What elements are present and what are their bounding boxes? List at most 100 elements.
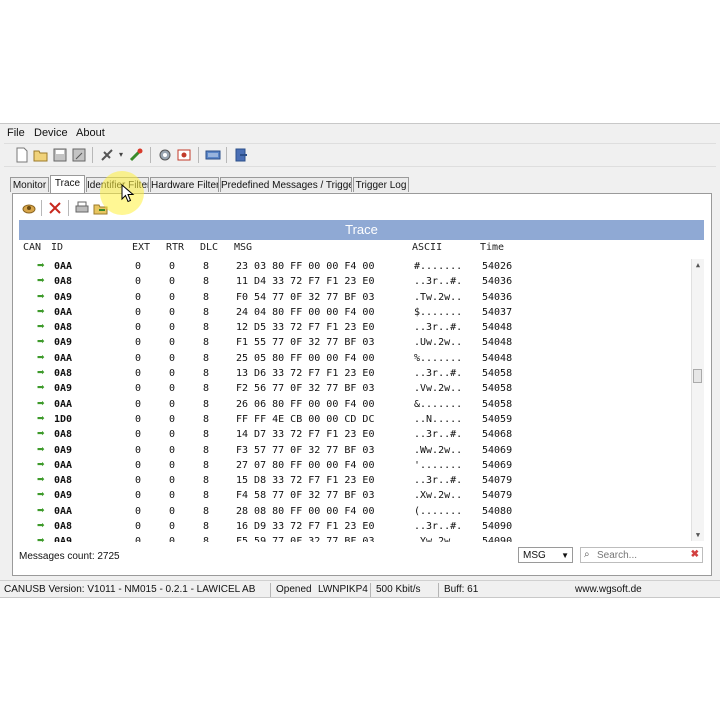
clear-search-icon[interactable]: ✖	[691, 548, 699, 562]
tab-trigger-log[interactable]: Trigger Log	[353, 177, 409, 192]
status-buffer: Buff: 61	[444, 584, 479, 595]
cell-ascii: ..3r..#.	[414, 322, 463, 334]
table-row[interactable]: ➡ 0A8 0 0 8 15 D8 33 72 F7 F1 23 E0 ..3r..#. 54…	[19, 473, 692, 488]
status-state: Opened	[276, 584, 312, 595]
tab-hardware-filter[interactable]: Hardware Filter	[150, 177, 219, 192]
table-row[interactable]: ➡ 0A8 0 0 8 16 D9 33 72 F7 F1 23 E0 ..3r..#. 54…	[19, 519, 692, 534]
tab-predefined-messages[interactable]: Predefined Messages / Trigger	[220, 177, 352, 192]
disconnect-icon[interactable]	[99, 147, 115, 163]
toolbar-separator	[150, 147, 151, 163]
cell-ascii: '.......	[414, 459, 463, 471]
row-arrow-icon: ➡	[37, 490, 45, 501]
keyboard-icon[interactable]	[205, 147, 221, 163]
cell-time: 54048	[482, 322, 513, 334]
cell-ext: 0	[135, 383, 142, 395]
cell-time: 54058	[482, 398, 513, 410]
table-row[interactable]: ➡ 0AA 0 0 8 26 06 80 FF 00 00 F4 00 &....... 54…	[19, 397, 692, 412]
col-header-ascii[interactable]: ASCII	[412, 242, 442, 253]
column-headers: CAN ID EXT RTR DLC MSG ASCII Time	[19, 242, 704, 256]
col-header-rtr[interactable]: RTR	[166, 242, 184, 253]
row-arrow-icon: ➡	[37, 444, 45, 455]
table-row[interactable]: ➡ 0A8 0 0 8 13 D6 33 72 F7 F1 23 E0 ..3r..#. 54…	[19, 366, 692, 381]
menu-bar: File Device About	[0, 124, 720, 143]
cell-dlc: 8	[203, 368, 210, 380]
scroll-down-icon[interactable]: ▼	[692, 529, 704, 541]
table-row[interactable]: ➡ 0AA 0 0 8 23 03 80 FF 00 00 F4 00 #....... 54…	[19, 259, 692, 274]
cell-ascii: .Yw.2w..	[414, 536, 463, 542]
row-arrow-icon: ➡	[37, 459, 45, 470]
cell-msg: 11 D4 33 72 F7 F1 23 E0	[236, 276, 375, 288]
table-row[interactable]: ➡ 0A9 0 0 8 F1 55 77 0F 32 77 BF 03 .Uw.2w.. 54…	[19, 335, 692, 350]
cell-msg: 16 D9 33 72 F7 F1 23 E0	[236, 521, 375, 533]
col-header-dlc[interactable]: DLC	[200, 242, 218, 253]
cell-ext: 0	[135, 475, 142, 487]
cell-rtr: 0	[169, 521, 176, 533]
cell-msg: F1 55 77 0F 32 77 BF 03	[236, 337, 375, 349]
print-icon[interactable]	[74, 200, 90, 216]
search-box[interactable]: ⌕ ✖	[580, 547, 703, 563]
row-arrow-icon: ➡	[37, 276, 45, 287]
row-arrow-icon: ➡	[37, 322, 45, 333]
table-row[interactable]: ➡ 0A8 0 0 8 14 D7 33 72 F7 F1 23 E0 ..3r..#. 54…	[19, 427, 692, 442]
scroll-up-icon[interactable]: ▲	[692, 259, 704, 271]
table-row[interactable]: ➡ 0AA 0 0 8 25 05 80 FF 00 00 F4 00%....... 54…	[19, 351, 692, 366]
col-header-msg[interactable]: MSG	[234, 242, 252, 253]
tab-trace[interactable]: Trace	[50, 175, 85, 193]
clear-icon[interactable]	[21, 200, 37, 216]
col-header-can[interactable]: CAN	[23, 242, 41, 253]
cell-ascii: .Ww.2w..	[414, 444, 463, 456]
menu-file[interactable]: File	[7, 127, 25, 139]
toolbar-separator	[226, 147, 227, 163]
cell-id: 0A9	[54, 383, 73, 395]
table-row[interactable]: ➡ 0A9 0 0 8 F0 54 77 0F 32 77 BF 03 .Tw.2w.. 54…	[19, 290, 692, 305]
cell-ascii: $.......	[414, 306, 463, 318]
menu-about[interactable]: About	[76, 127, 105, 139]
table-row[interactable]: ➡ 0A9 0 0 8 F4 58 77 0F 32 77 BF 03 .Xw.2w.. 54…	[19, 488, 692, 503]
new-icon[interactable]	[14, 147, 30, 163]
table-row[interactable]: ➡ 0A9 0 0 8 F3 57 77 0F 32 77 BF 03 .Ww.2w.. 54…	[19, 443, 692, 458]
settings-icon[interactable]	[157, 147, 173, 163]
dropdown-arrow-icon[interactable]: ▾	[116, 147, 126, 163]
table-row[interactable]: ➡ 0A9 0 0 8 F2 56 77 0F 32 77 BF 03 .Vw.2w.. 54…	[19, 381, 692, 396]
tab-identifier-filter[interactable]: Identifier Filter	[86, 177, 149, 192]
table-row[interactable]: ➡ 0A8 0 0 8 11 D4 33 72 F7 F1 23 E0 ..3r..#. 54…	[19, 274, 692, 289]
cell-dlc: 8	[203, 505, 210, 517]
cell-rtr: 0	[169, 276, 176, 288]
row-arrow-icon: ➡	[37, 337, 45, 348]
save-icon[interactable]	[52, 147, 68, 163]
row-arrow-icon: ➡	[37, 352, 45, 363]
delete-icon[interactable]	[47, 200, 63, 216]
vertical-scrollbar[interactable]: ▲ ▼	[691, 259, 704, 541]
tab-monitor[interactable]: Monitor	[10, 177, 49, 192]
cell-ascii: ..3r..#.	[414, 475, 463, 487]
col-header-time[interactable]: Time	[480, 242, 504, 253]
cell-msg: 28 08 80 FF 00 00 F4 00	[236, 505, 375, 517]
col-header-id[interactable]: ID	[51, 242, 63, 253]
save-as-icon[interactable]	[71, 147, 87, 163]
status-divider	[370, 583, 371, 597]
cell-rtr: 0	[169, 444, 176, 456]
col-header-ext[interactable]: EXT	[132, 242, 150, 253]
record-icon[interactable]	[176, 147, 192, 163]
open-icon[interactable]	[33, 147, 49, 163]
table-row[interactable]: ➡ 0AA 0 0 8 24 04 80 FF 00 00 F4 00 $....... 54…	[19, 305, 692, 320]
menu-device[interactable]: Device	[34, 127, 68, 139]
table-row[interactable]: ➡ 0A9 0 0 8 F5 59 77 0F 32 77 BF 03 .Yw.2w.. 54…	[19, 534, 692, 542]
cell-rtr: 0	[169, 261, 176, 272]
cell-ext: 0	[135, 276, 142, 288]
table-row[interactable]: ➡ 1D0 0 0 8 FF FF 4E CB 00 00 CD DC ..N..... 54…	[19, 412, 692, 427]
table-row[interactable]: ➡ 0AA 0 0 8 27 07 80 FF 00 00 F4 00 '....... 54…	[19, 458, 692, 473]
table-row[interactable]: ➡ 0AA 0 0 8 28 08 80 FF 00 00 F4 00 (....... 54…	[19, 504, 692, 519]
scrollbar-thumb[interactable]	[693, 369, 702, 383]
cell-rtr: 0	[169, 475, 176, 487]
exit-icon[interactable]	[233, 147, 249, 163]
export-icon[interactable]	[93, 200, 109, 216]
search-input[interactable]	[597, 548, 685, 562]
trace-grid[interactable]: CAN ID EXT RTR DLC MSG ASCII Time ➡ 0AA 0 0…	[19, 241, 704, 542]
cell-rtr: 0	[169, 383, 176, 395]
connect-icon[interactable]	[128, 147, 144, 163]
cell-id: 0A9	[54, 291, 73, 303]
status-bitrate: 500 Kbit/s	[376, 584, 421, 595]
filter-column-select[interactable]: MSG ▼	[518, 547, 573, 563]
table-row[interactable]: ➡ 0A8 0 0 8 12 D5 33 72 F7 F1 23 E0 ..3r..#. 54…	[19, 320, 692, 335]
